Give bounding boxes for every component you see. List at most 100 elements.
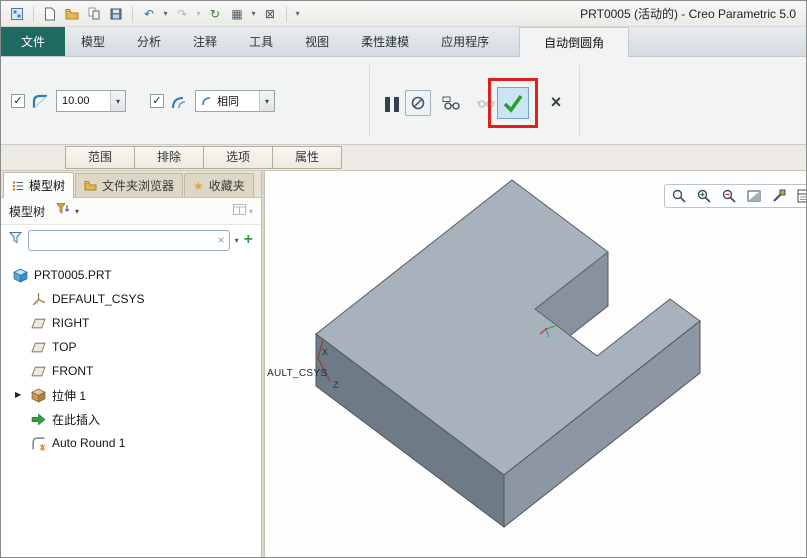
- display-style-button[interactable]: [746, 188, 762, 204]
- preview-options-group: [405, 90, 499, 116]
- csys-name-label: AULT_CSYS: [267, 368, 327, 379]
- tree-item-label: FRONT: [52, 364, 93, 378]
- datum-plane-icon: [31, 364, 46, 379]
- regenerate-button[interactable]: ↻: [205, 4, 225, 24]
- extrude-icon: [31, 388, 46, 403]
- tree-item-insert-here[interactable]: 在此插入: [1, 407, 261, 431]
- transition-dropdown-caret[interactable]: ▾: [259, 91, 274, 111]
- tab-flexible-modeling[interactable]: 柔性建模: [345, 27, 425, 56]
- tab-applications[interactable]: 应用程序: [425, 27, 505, 56]
- tab-tools[interactable]: 工具: [233, 27, 289, 56]
- tab-favorites[interactable]: ★ 收藏夹: [184, 173, 254, 197]
- tree-item-top-plane[interactable]: TOP: [1, 335, 261, 359]
- view-toolbar: [664, 184, 806, 208]
- tree-item-auto-round-1[interactable]: Auto Round 1: [1, 431, 261, 455]
- redo-dropdown-caret: ▾: [194, 9, 203, 18]
- transition-combo: 相同 ▾: [195, 90, 275, 112]
- tab-file[interactable]: 文件: [1, 27, 65, 56]
- zoom-region-button[interactable]: [671, 188, 687, 204]
- center-csys-marker: [534, 317, 558, 341]
- zoom-in-button[interactable]: [696, 188, 712, 204]
- csys-icon: [31, 292, 46, 307]
- zoom-out-button[interactable]: [721, 188, 737, 204]
- close-window-button[interactable]: ⊠: [260, 4, 280, 24]
- tree-filters-caret[interactable]: ▾: [75, 207, 79, 216]
- transition-value-text: 相同: [217, 93, 239, 109]
- navigator-tabs: 模型树 文件夹浏览器 ★ 收藏夹: [1, 171, 261, 198]
- panel-tab-scope[interactable]: 范围: [65, 146, 135, 169]
- main-area: 模型树 文件夹浏览器 ★ 收藏夹 模型树 ▾: [1, 171, 806, 557]
- redo-button: ↷: [172, 4, 192, 24]
- part-icon: [13, 268, 28, 283]
- datum-plane-icon: [31, 340, 46, 355]
- tab-folder-browser-label: 文件夹浏览器: [102, 177, 174, 194]
- tab-analysis[interactable]: 分析: [121, 27, 177, 56]
- search-options-caret[interactable]: ▾: [235, 236, 239, 245]
- tab-folder-browser[interactable]: 文件夹浏览器: [75, 173, 183, 197]
- datum-plane-icon: [31, 316, 46, 331]
- tab-annotate[interactable]: 注释: [177, 27, 233, 56]
- tab-model-tree[interactable]: 模型树: [3, 172, 74, 198]
- tree-columns-caret: ▾: [249, 207, 253, 216]
- tree-item-default-csys[interactable]: DEFAULT_CSYS: [1, 287, 261, 311]
- part-geometry[interactable]: [265, 171, 806, 557]
- open-file-button[interactable]: [62, 4, 82, 24]
- ribbon-tab-bar: 文件 模型 分析 注释 工具 视图 柔性建模 应用程序 自动倒圆角: [1, 27, 806, 57]
- app-window: ↶ ▾ ↷ ▾ ↻ ▦ ▾ ⊠ ▾ PRT0005 (活动的) - Creo P…: [0, 0, 807, 558]
- tree-item-front-plane[interactable]: FRONT: [1, 359, 261, 383]
- repaint-button[interactable]: [771, 188, 787, 204]
- view-manager-button[interactable]: [796, 188, 806, 204]
- save-button[interactable]: [106, 4, 126, 24]
- expand-arrow-icon[interactable]: ▶: [15, 391, 25, 399]
- windows-button[interactable]: ▦: [227, 4, 247, 24]
- filter-funnel-icon[interactable]: [9, 231, 23, 249]
- radius-settings-group: ✓ 10.00 ▾ ✓ 相同 ▾: [11, 90, 275, 112]
- model-tree-icon: [12, 180, 24, 192]
- undo-dropdown-caret[interactable]: ▾: [161, 9, 170, 18]
- panel-tab-exclude[interactable]: 排除: [134, 146, 204, 169]
- tree-filter-row: × ▾ +: [1, 225, 261, 255]
- preview-geometry-button[interactable]: [439, 90, 465, 116]
- undo-button[interactable]: ↶: [139, 4, 159, 24]
- tab-model-tree-label: 模型树: [29, 177, 65, 194]
- auto-round-dashboard: ✓ 10.00 ▾ ✓ 相同 ▾: [1, 57, 806, 145]
- same-radius-icon: [201, 95, 213, 107]
- tab-model[interactable]: 模型: [65, 27, 121, 56]
- tree-item-label: 拉伸 1: [52, 387, 86, 404]
- clear-search-icon[interactable]: ×: [218, 233, 225, 247]
- tree-filters-icon[interactable]: [56, 202, 70, 220]
- tab-auto-round[interactable]: 自动倒圆角: [519, 27, 629, 57]
- separator: [33, 6, 34, 22]
- windows-dropdown-caret[interactable]: ▾: [249, 9, 258, 18]
- cancel-button[interactable]: ×: [544, 90, 568, 114]
- new-file-button[interactable]: [40, 4, 60, 24]
- import-button[interactable]: [84, 4, 104, 24]
- radius-value-combo: 10.00 ▾: [56, 90, 126, 112]
- radius-checkbox[interactable]: ✓: [11, 94, 25, 108]
- model-tree-header: 模型树 ▾ ▾: [1, 198, 261, 225]
- transition-checkbox[interactable]: ✓: [150, 94, 164, 108]
- navigator-panel: 模型树 文件夹浏览器 ★ 收藏夹 模型树 ▾: [1, 171, 261, 557]
- star-icon: ★: [193, 180, 204, 192]
- no-preview-button[interactable]: [405, 90, 431, 116]
- radius-value[interactable]: 10.00: [57, 91, 110, 111]
- ok-accept-button[interactable]: [497, 87, 529, 119]
- tree-item-part[interactable]: PRT0005.PRT: [1, 263, 261, 287]
- radius-dropdown-caret[interactable]: ▾: [110, 91, 125, 111]
- graphics-area[interactable]: X Z AULT_CSYS: [265, 171, 806, 557]
- tree-search-input[interactable]: [28, 230, 230, 251]
- highlight-annotation-box: [488, 78, 538, 128]
- tree-columns-icon: [233, 202, 246, 220]
- customize-toolbar-caret[interactable]: ▾: [293, 9, 302, 18]
- tab-view[interactable]: 视图: [289, 27, 345, 56]
- transition-value[interactable]: 相同: [196, 91, 259, 111]
- pause-button[interactable]: [381, 93, 403, 115]
- tree-item-label: Auto Round 1: [52, 436, 125, 450]
- panel-tab-options[interactable]: 选项: [203, 146, 273, 169]
- tree-item-extrude-1[interactable]: ▶ 拉伸 1: [1, 383, 261, 407]
- tree-item-right-plane[interactable]: RIGHT: [1, 311, 261, 335]
- model-tree-title: 模型树: [9, 203, 45, 220]
- add-filter-button[interactable]: +: [244, 232, 253, 248]
- panel-tab-properties[interactable]: 属性: [272, 146, 342, 169]
- axis-x-label: X: [322, 347, 328, 357]
